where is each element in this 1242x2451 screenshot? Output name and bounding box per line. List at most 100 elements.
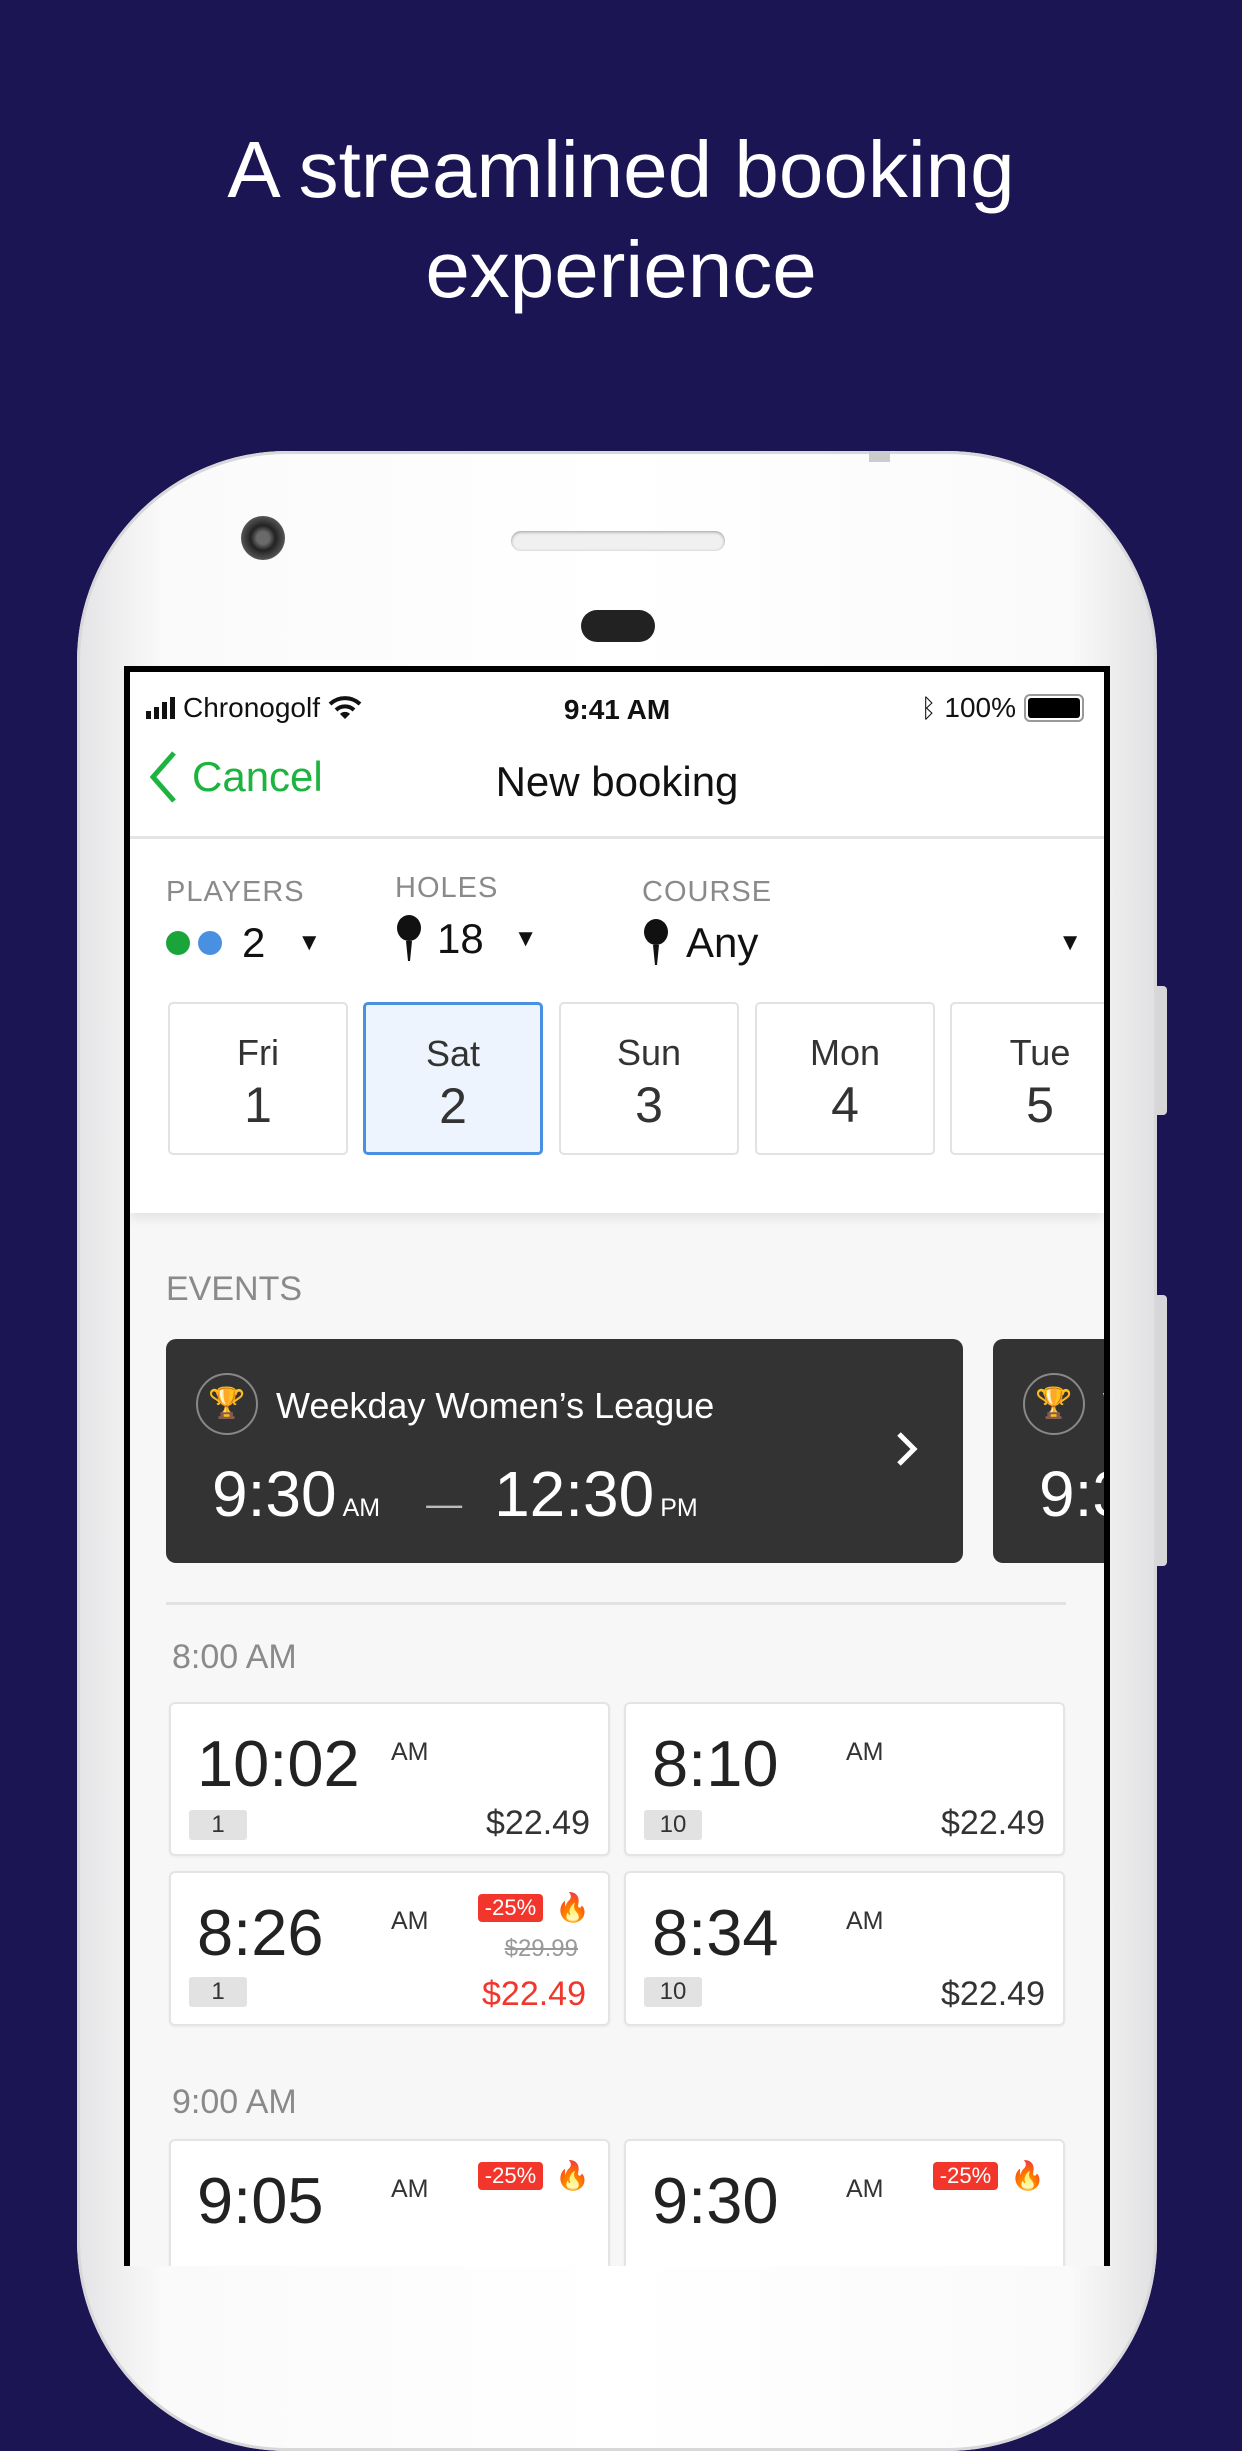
event-end: 12:30 [494, 1458, 655, 1530]
speaker [511, 531, 725, 551]
date-sun-3[interactable]: Sun 3 [559, 1002, 739, 1155]
course-filter[interactable]: COURSE Any ▼ [642, 876, 1082, 967]
discount-indicator: -25% 🔥 [932, 2159, 1045, 2192]
golf-tee-icon [397, 915, 421, 961]
phone-top-button [869, 451, 890, 462]
date-number: 1 [244, 1077, 272, 1133]
event-separator: — [426, 1483, 463, 1524]
date-mon-4[interactable]: Mon 4 [755, 1002, 935, 1155]
event-start-ampm: AM [342, 1494, 381, 1522]
trophy-icon: 🏆 [196, 1373, 258, 1435]
slot-time: 10:02 [197, 1727, 360, 1800]
phone-screen: Chronogolf 9:41 AM ᛒ 100% Cancel New boo… [124, 666, 1110, 2266]
date-number: 4 [831, 1077, 859, 1133]
event-name: Weekday Women’s League [276, 1385, 715, 1426]
discount-badge: -25% [477, 1893, 544, 1922]
start-hole-badge: 1 [189, 1977, 247, 2007]
event-card[interactable]: 🏆 W 9:3 [993, 1339, 1104, 1563]
date-day: Mon [809, 1032, 881, 1073]
slot-price: $22.49 [941, 1975, 1045, 2013]
start-hole-badge: 10 [644, 1810, 702, 1840]
event-time-range: 9:30 AM — 12:30 PM [212, 1457, 698, 1531]
slot-time: 8:10 [652, 1727, 779, 1800]
slot-time: 8:34 [652, 1896, 779, 1969]
holes-label: HOLES [395, 872, 499, 904]
fire-icon: 🔥 [1010, 2160, 1045, 2191]
holes-filter[interactable]: HOLES 18 ▼ [395, 872, 537, 963]
event-card[interactable]: 🏆 Weekday Women’s League 9:30 AM — 12:30… [166, 1339, 963, 1563]
battery-icon [1024, 694, 1084, 722]
date-sat-2[interactable]: Sat 2 [363, 1002, 543, 1155]
date-fri-1[interactable]: Fri 1 [168, 1002, 348, 1155]
tee-time-slot[interactable]: 9:05 AM -25% 🔥 [169, 2139, 610, 2266]
slot-ampm: AM [391, 1907, 429, 1935]
phone-side-button [1157, 986, 1167, 1115]
slot-ampm: AM [391, 2175, 429, 2203]
slot-ampm: AM [846, 1907, 884, 1935]
date-day: Tue [1009, 1032, 1071, 1073]
events-label: EVENTS [166, 1270, 303, 1308]
status-right: ᛒ 100% [921, 692, 1084, 724]
golf-tee-icon [644, 919, 668, 965]
caret-down-icon: ▼ [297, 929, 322, 956]
slot-time: 9:05 [197, 2164, 324, 2237]
course-label: COURSE [642, 876, 773, 908]
headline: A streamlined booking experience [0, 120, 1242, 320]
tee-time-slot[interactable]: 9:30 AM -25% 🔥 [624, 2139, 1065, 2266]
divider [166, 1602, 1066, 1605]
phone-side-button [1157, 1295, 1167, 1566]
course-value: Any [686, 919, 759, 966]
bluetooth-icon: ᛒ [920, 692, 937, 723]
player-dot-icon [198, 931, 222, 955]
event-start: 9:30 [212, 1458, 337, 1530]
player-dot-icon [166, 931, 190, 955]
chevron-right-icon [897, 1432, 918, 1466]
date-day: Sat [425, 1033, 481, 1074]
section-label: 8:00 AM [172, 1638, 297, 1676]
discount-indicator: -25% 🔥 [477, 1891, 590, 1924]
headline-line-1: A streamlined booking [227, 125, 1015, 214]
players-label: PLAYERS [166, 876, 305, 908]
slot-ampm: AM [391, 1738, 429, 1766]
divider [130, 836, 1104, 839]
date-tue-5[interactable]: Tue 5 [950, 1002, 1104, 1155]
start-hole-badge: 1 [189, 1810, 247, 1840]
date-day: Sun [616, 1032, 682, 1073]
discount-badge: -25% [477, 2161, 544, 2190]
tee-time-slot[interactable]: 8:26 AM -25% 🔥 $29.99 1 $22.49 [169, 1871, 610, 2026]
tee-time-slot[interactable]: 8:10 AM 10 $22.49 [624, 1702, 1065, 1856]
slot-ampm: AM [846, 1738, 884, 1766]
sensor [581, 610, 655, 642]
fire-icon: 🔥 [555, 2160, 590, 2191]
slot-ampm: AM [846, 2175, 884, 2203]
fire-icon: 🔥 [555, 1892, 590, 1923]
original-price: $29.99 [504, 1935, 578, 1962]
page-title: New booking [495, 758, 739, 805]
date-number: 2 [439, 1078, 467, 1134]
players-filter[interactable]: PLAYERS 2 ▼ [166, 876, 321, 967]
discount-indicator: -25% 🔥 [477, 2159, 590, 2192]
section-label: 9:00 AM [172, 2083, 297, 2121]
camera-icon [241, 516, 285, 560]
slot-price: $22.49 [482, 1975, 586, 2013]
start-hole-badge: 10 [644, 1977, 702, 2007]
slot-price: $22.49 [486, 1804, 590, 1842]
slot-time: 9:30 [652, 2164, 779, 2237]
date-day: Fri [237, 1032, 279, 1073]
caret-down-icon: ▼ [513, 925, 538, 952]
event-end-ampm: PM [660, 1494, 698, 1522]
date-number: 5 [1026, 1077, 1054, 1133]
event-name: W [1103, 1385, 1104, 1427]
slot-price: $22.49 [941, 1804, 1045, 1842]
tee-time-slot[interactable]: 10:02 AM 1 $22.49 [169, 1702, 610, 1856]
battery-percent: 100% [944, 692, 1016, 723]
booking-header: Chronogolf 9:41 AM ᛒ 100% Cancel New boo… [130, 672, 1104, 1213]
discount-badge: -25% [932, 2161, 999, 2190]
tee-time-slot[interactable]: 8:34 AM 10 $22.49 [624, 1871, 1065, 2026]
trophy-icon: 🏆 [1023, 1373, 1085, 1435]
date-number: 3 [635, 1077, 663, 1133]
slot-time: 8:26 [197, 1896, 324, 1969]
headline-line-2: experience [425, 225, 817, 314]
caret-down-icon: ▼ [1058, 929, 1082, 956]
holes-value: 18 [437, 915, 484, 962]
